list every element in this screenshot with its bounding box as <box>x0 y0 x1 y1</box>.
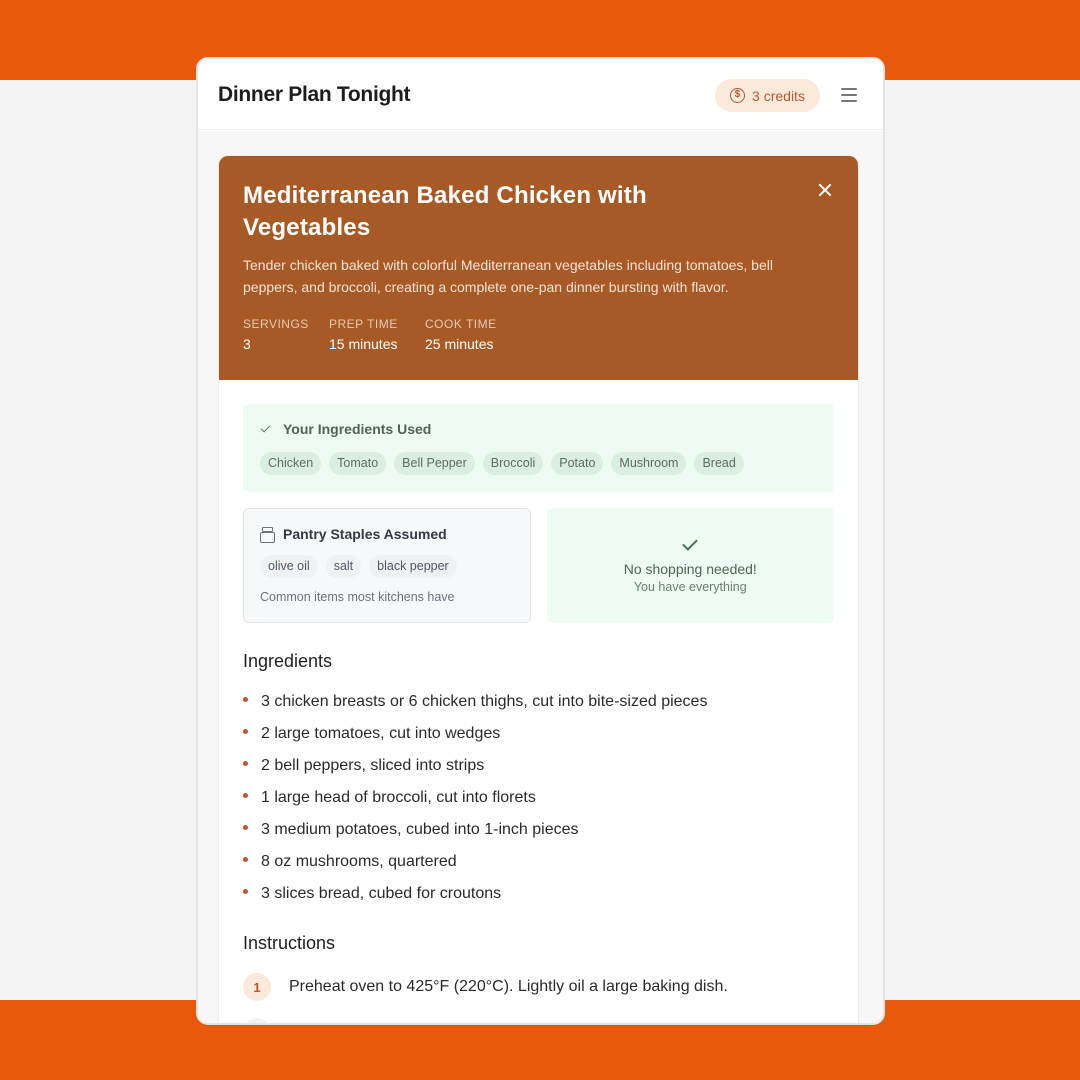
menu-icon[interactable] <box>841 88 857 102</box>
pantry-chip: olive oil <box>260 555 318 578</box>
recipe-card: Mediterranean Baked Chicken with Vegetab… <box>218 155 859 1023</box>
ingredient-chip: Chicken <box>260 452 322 475</box>
step-text: Preheat oven to 425°F (220°C). Lightly o… <box>289 978 728 995</box>
pantry-heading: Pantry Staples Assumed <box>260 526 514 543</box>
ingredients-used-chips: Chicken Tomato Bell Pepper Broccoli Pota… <box>260 452 817 475</box>
no-shopping-subtitle: You have everything <box>633 580 747 594</box>
meta-value: 25 minutes <box>425 336 494 352</box>
credits-label: 3 credits <box>752 87 805 104</box>
no-shopping-panel: No shopping needed! You have everything <box>546 508 834 623</box>
ingredients-list: 3 chicken breasts or 6 chicken thighs, c… <box>243 692 834 916</box>
ingredients-used-heading: Your Ingredients Used <box>260 421 817 437</box>
credits-button[interactable]: $ 3 credits <box>715 79 820 112</box>
pantry-title: Pantry Staples Assumed <box>283 526 447 542</box>
meta-label: SERVINGS <box>243 317 309 331</box>
recipe-header: Mediterranean Baked Chicken with Vegetab… <box>219 156 858 380</box>
instruction-step: 1 Preheat oven to 425°F (220°C). Lightly… <box>243 973 834 1001</box>
pantry-shopping-row: Pantry Staples Assumed olive oil salt bl… <box>243 508 834 623</box>
ingredient-item: 2 large tomatoes, cut into wedges <box>243 724 834 756</box>
ingredient-item: 1 large head of broccoli, cut into flore… <box>243 788 834 820</box>
pantry-chip: salt <box>325 555 362 578</box>
check-icon <box>679 535 701 555</box>
meta-prep-time: PREP TIME 15 minutes <box>329 317 425 352</box>
ingredients-used-title: Your Ingredients Used <box>283 421 432 437</box>
ingredients-heading: Ingredients <box>243 651 333 671</box>
recipe-title: Mediterranean Baked Chicken with Vegetab… <box>243 182 647 241</box>
ingredient-chip: Bell Pepper <box>394 452 475 475</box>
ingredient-item: 2 bell peppers, sliced into strips <box>243 756 834 788</box>
ingredient-item: 3 medium potatoes, cubed into 1-inch pie… <box>243 820 834 852</box>
ingredient-chip: Broccoli <box>482 452 544 475</box>
pantry-chip: black pepper <box>369 555 457 578</box>
meta-value: 15 minutes <box>329 336 398 352</box>
meta-label: PREP TIME <box>329 317 398 331</box>
app-title: Dinner Plan Tonight <box>218 83 411 106</box>
ingredient-chip: Mushroom <box>611 452 687 475</box>
instructions-heading: Instructions <box>243 933 336 953</box>
app-window: Dinner Plan Tonight $ 3 credits Mediterr… <box>196 57 885 1025</box>
check-icon <box>260 422 274 436</box>
pantry-note: Common items most kitchens have <box>260 590 455 604</box>
pantry-chips: olive oil salt black pepper <box>260 555 514 578</box>
close-icon[interactable] <box>815 180 835 200</box>
app-header: Dinner Plan Tonight $ 3 credits <box>198 59 883 130</box>
meta-label: COOK TIME <box>425 317 497 331</box>
recipe-body: Your Ingredients Used Chicken Tomato Bel… <box>219 380 858 1023</box>
meta-value: 3 <box>243 336 251 352</box>
ingredient-item: 3 slices bread, cubed for croutons <box>243 884 834 916</box>
ingredients-used-panel: Your Ingredients Used Chicken Tomato Bel… <box>243 404 834 492</box>
ingredient-item: 3 chicken breasts or 6 chicken thighs, c… <box>243 692 834 724</box>
recipe-description: Tender chicken baked with colorful Medit… <box>243 257 773 295</box>
recipe-meta: SERVINGS 3 PREP TIME 15 minutes COOK TIM… <box>243 317 834 352</box>
coin-icon: $ <box>730 88 746 103</box>
content-scroll-area[interactable]: Mediterranean Baked Chicken with Vegetab… <box>198 131 883 1023</box>
step-number: 1 <box>243 973 271 1001</box>
ingredient-item: 8 oz mushrooms, quartered <box>243 852 834 884</box>
step-number-partial <box>243 1018 271 1023</box>
meta-cook-time: COOK TIME 25 minutes <box>425 317 497 352</box>
jar-icon <box>260 527 275 543</box>
meta-servings: SERVINGS 3 <box>243 317 329 352</box>
ingredient-chip: Bread <box>694 452 744 475</box>
pantry-staples-panel: Pantry Staples Assumed olive oil salt bl… <box>243 508 531 623</box>
no-shopping-title: No shopping needed! <box>623 561 757 577</box>
ingredient-chip: Tomato <box>329 452 387 475</box>
ingredient-chip: Potato <box>551 452 604 475</box>
